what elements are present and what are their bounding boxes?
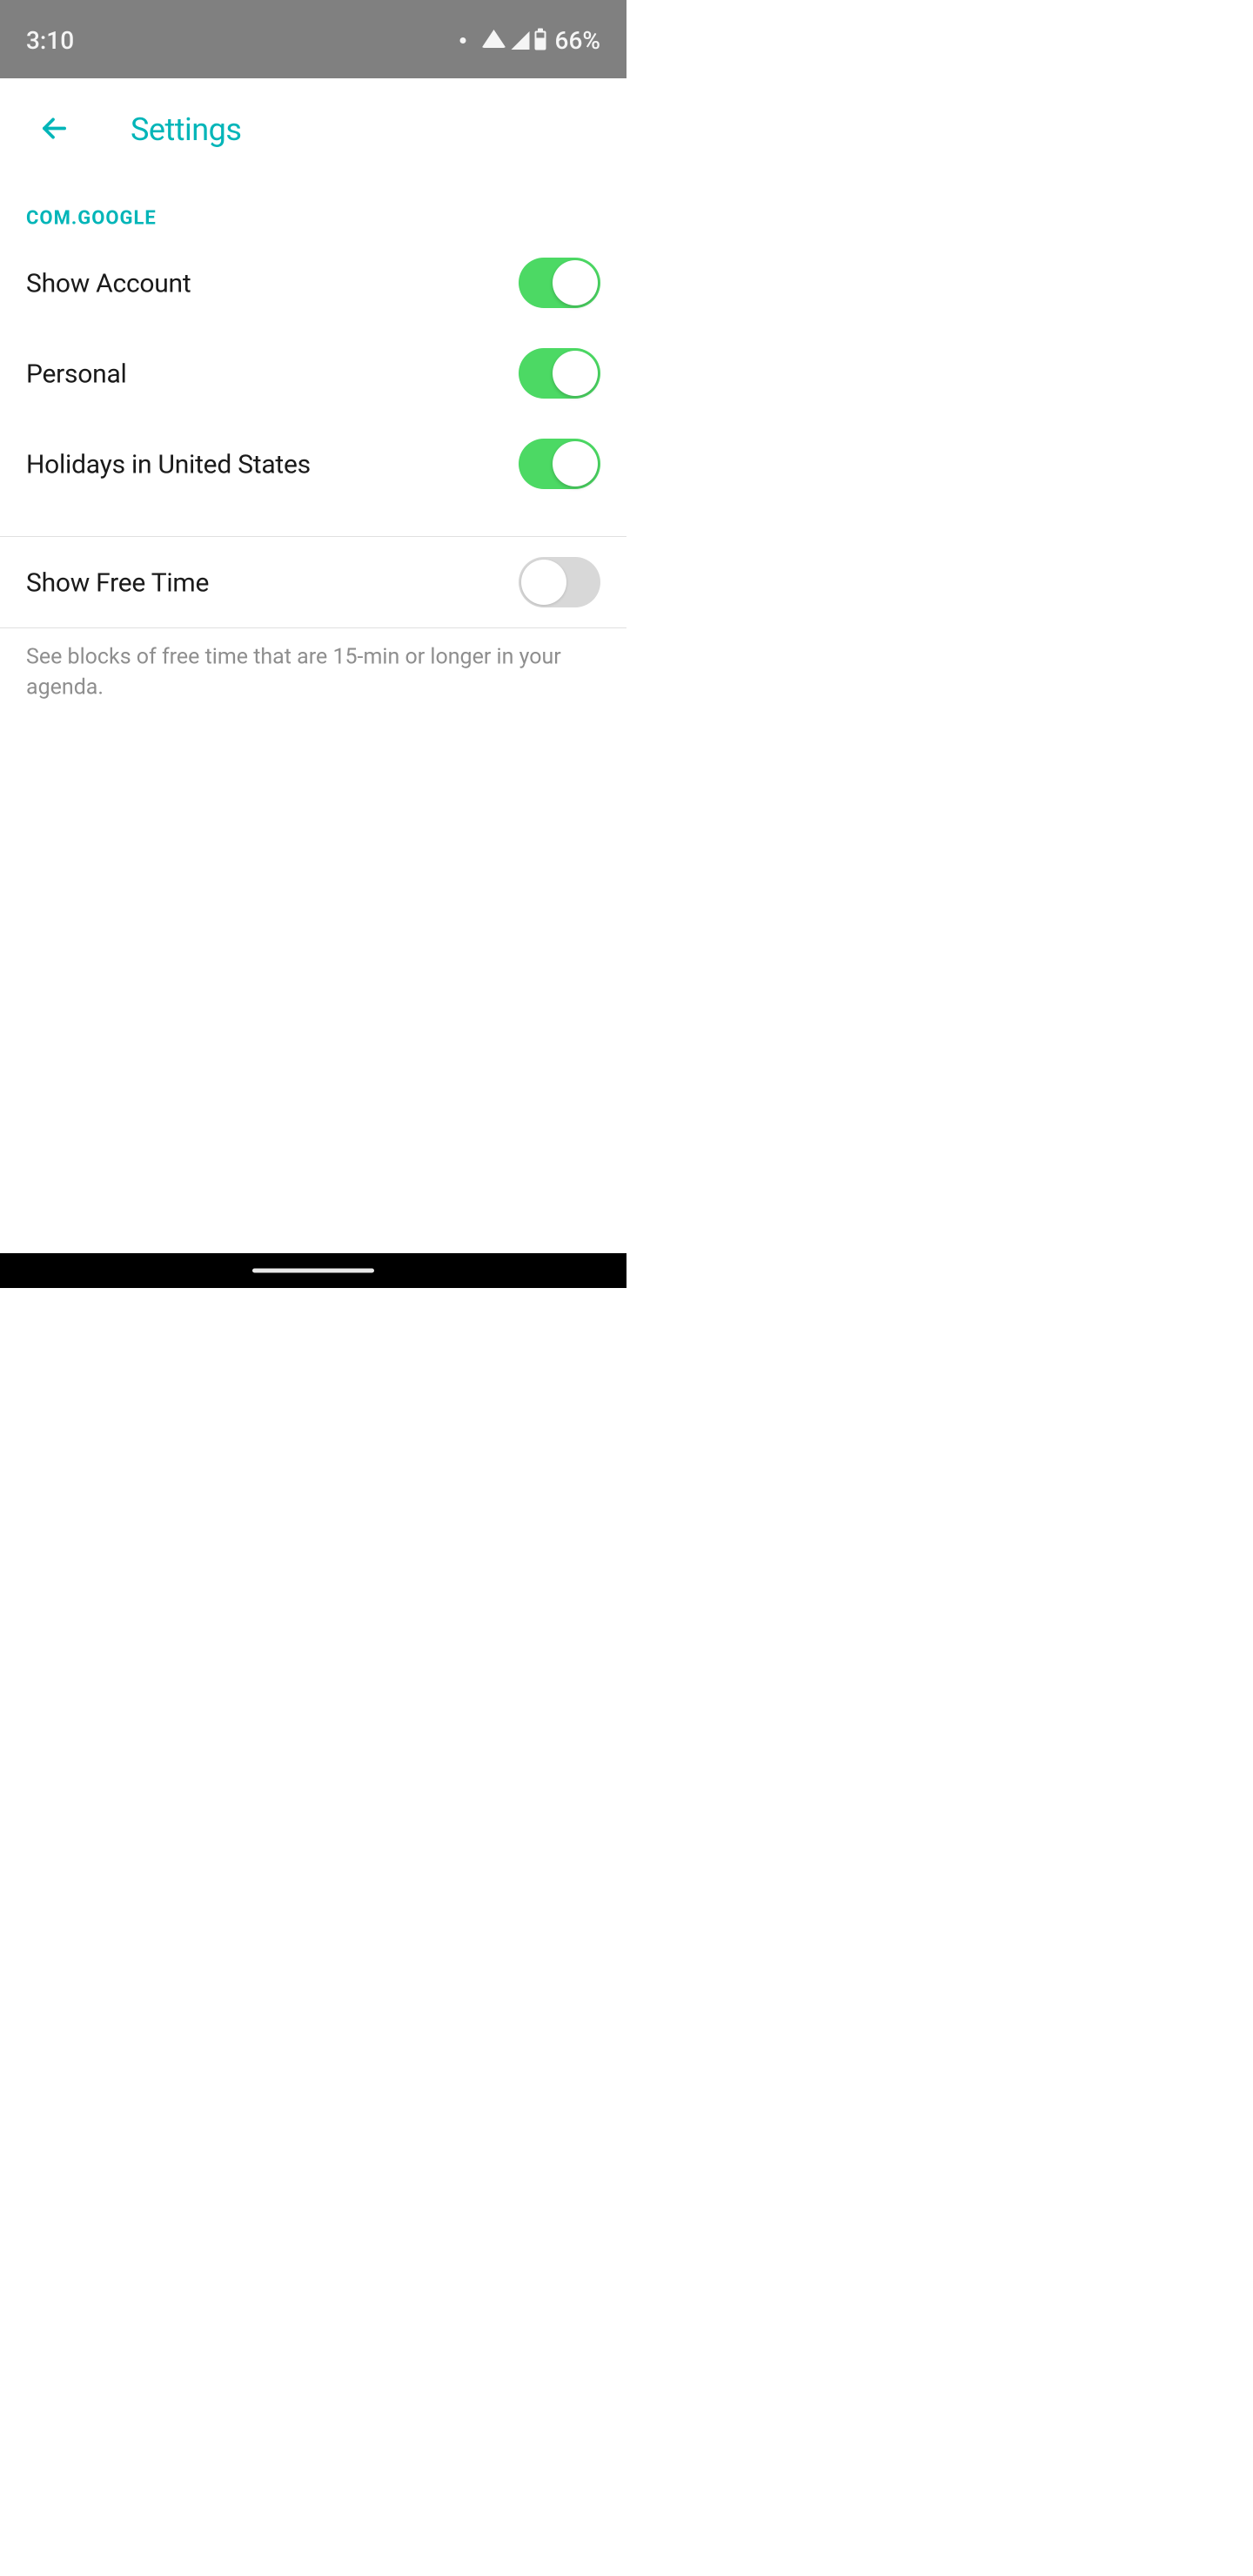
toggle-show-account[interactable]: [519, 258, 600, 308]
app-bar: Settings: [0, 78, 626, 180]
wifi-icon: [482, 30, 506, 48]
setting-label: Show Free Time: [26, 567, 209, 598]
back-button[interactable]: [13, 104, 96, 154]
setting-show-free-time[interactable]: Show Free Time: [0, 537, 626, 627]
navigation-bar: [0, 1253, 626, 1288]
setting-personal[interactable]: Personal: [0, 328, 626, 419]
toggle-holidays[interactable]: [519, 439, 600, 489]
page-title: Settings: [131, 111, 241, 148]
section-header: COM.GOOGLE: [0, 180, 626, 238]
toggle-show-free-time[interactable]: [519, 557, 600, 607]
nav-handle[interactable]: [252, 1269, 374, 1273]
setting-label: Holidays in United States: [26, 448, 311, 480]
status-time: 3:10: [26, 26, 74, 55]
status-indicators: 66%: [460, 26, 600, 55]
signal-icon: [512, 31, 530, 50]
status-bar: 3:10 66%: [0, 0, 626, 78]
status-dot-icon: [460, 37, 466, 44]
battery-percentage: 66%: [555, 26, 600, 55]
setting-holidays[interactable]: Holidays in United States: [0, 419, 626, 509]
back-arrow-icon: [39, 113, 70, 144]
toggle-personal[interactable]: [519, 348, 600, 399]
battery-icon: [535, 31, 546, 50]
setting-show-account[interactable]: Show Account: [0, 238, 626, 328]
hint-text: See blocks of free time that are 15-min …: [0, 628, 626, 715]
setting-label: Personal: [26, 358, 127, 389]
setting-label: Show Account: [26, 267, 191, 299]
